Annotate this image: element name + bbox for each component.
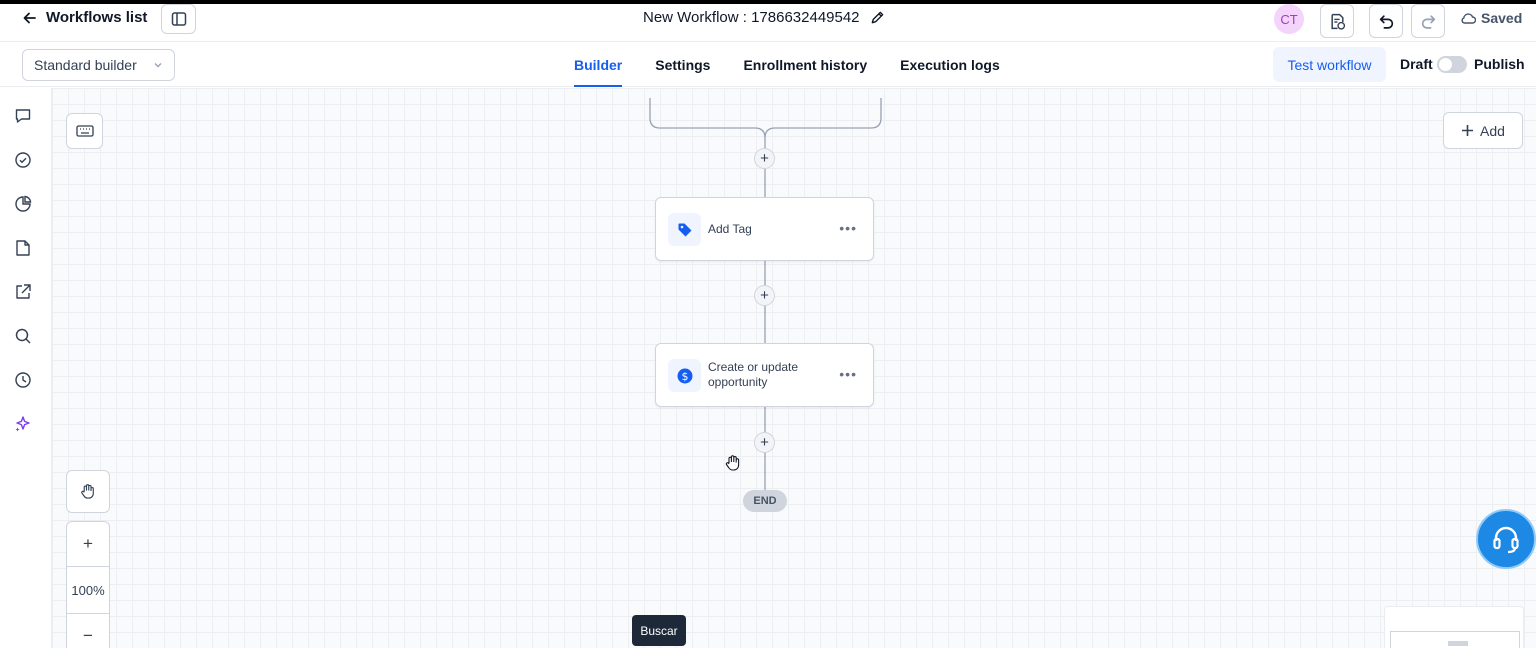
redo-button[interactable] <box>1411 4 1445 38</box>
chevron-down-icon <box>154 63 162 68</box>
zoom-in-button[interactable]: + <box>67 522 109 566</box>
tab-settings[interactable]: Settings <box>655 42 710 87</box>
builder-mode-select[interactable]: Standard builder <box>22 49 175 81</box>
dollar-icon: $ <box>668 359 701 392</box>
redo-icon <box>1421 14 1435 29</box>
add-step-button[interactable]: + <box>754 285 775 306</box>
tab-execution-logs[interactable]: Execution logs <box>900 42 1000 87</box>
tab-enrollment-history[interactable]: Enrollment history <box>743 42 867 87</box>
add-step-button[interactable]: + <box>754 432 775 453</box>
check-circle-icon[interactable] <box>12 149 34 171</box>
pie-chart-icon[interactable] <box>12 193 34 215</box>
version-history-button[interactable] <box>1320 4 1354 38</box>
left-sidebar <box>0 88 52 648</box>
arrow-left-icon <box>23 12 36 23</box>
document-clock-icon <box>1330 13 1345 30</box>
chat-icon[interactable] <box>12 105 34 127</box>
builder-mode-value: Standard builder <box>34 57 137 73</box>
workflow-name: New Workflow : 1786632449542 <box>643 9 860 26</box>
zoom-out-button[interactable]: − <box>67 614 109 648</box>
add-button[interactable]: Add <box>1443 112 1523 149</box>
tab-builder[interactable]: Builder <box>574 42 623 87</box>
minimap-viewport <box>1390 631 1520 648</box>
workflow-node-create-opportunity[interactable]: $ Create or update opportunity ••• <box>655 343 874 407</box>
svg-text:$: $ <box>681 369 688 382</box>
save-status: Saved <box>1460 10 1522 26</box>
support-chat-button[interactable] <box>1476 509 1536 569</box>
history-icon[interactable] <box>12 369 34 391</box>
top-header: Workflows list New Workflow : 1786632449… <box>0 4 1536 42</box>
panel-toggle-button[interactable] <box>161 4 196 34</box>
back-to-workflows-link[interactable]: Workflows list <box>22 9 147 26</box>
builder-toolbar: Standard builder Builder Settings Enroll… <box>0 42 1536 87</box>
end-marker: END <box>743 490 787 512</box>
minimap-node <box>1448 641 1468 646</box>
sparkle-icon[interactable] <box>12 413 34 435</box>
more-options-icon[interactable]: ••• <box>839 366 857 382</box>
document-icon[interactable] <box>12 237 34 259</box>
toggle-knob <box>1439 58 1452 71</box>
keyboard-icon <box>75 125 94 137</box>
add-step-button[interactable]: + <box>754 148 775 169</box>
zoom-controls: + 100% − <box>66 521 110 648</box>
hand-cursor-icon <box>725 455 740 471</box>
undo-icon <box>1379 14 1393 29</box>
add-label: Add <box>1480 122 1505 139</box>
tab-bar: Builder Settings Enrollment history Exec… <box>574 42 1000 87</box>
publish-toggle[interactable] <box>1437 56 1467 73</box>
tag-icon <box>668 213 701 246</box>
search-tooltip: Buscar <box>632 615 686 646</box>
publish-label: Publish <box>1474 56 1525 72</box>
plus-icon <box>1462 125 1474 136</box>
more-options-icon[interactable]: ••• <box>839 220 857 236</box>
workflow-node-add-tag[interactable]: Add Tag ••• <box>655 197 874 261</box>
pan-tool-button[interactable] <box>66 470 110 513</box>
sidebar-panel-icon <box>171 12 186 26</box>
zoom-level: 100% <box>67 566 109 614</box>
node-label: Create or update opportunity <box>708 360 799 389</box>
draft-label: Draft <box>1400 56 1433 72</box>
canvas-minimap[interactable] <box>1384 606 1524 648</box>
saved-label: Saved <box>1481 10 1523 26</box>
undo-button[interactable] <box>1369 4 1403 38</box>
keyboard-shortcuts-button[interactable] <box>66 113 103 149</box>
workflow-canvas[interactable]: Add + Add Tag ••• + $ Create or update o… <box>52 88 1536 648</box>
node-label: Add Tag <box>708 222 752 236</box>
external-link-icon[interactable] <box>12 281 34 303</box>
workflow-title: New Workflow : 1786632449542 <box>643 9 885 26</box>
user-avatar[interactable]: CT <box>1274 4 1304 34</box>
headset-icon <box>1493 526 1519 554</box>
cloud-check-icon <box>1461 13 1476 24</box>
hand-icon <box>81 484 94 499</box>
search-icon[interactable] <box>12 325 34 347</box>
back-label: Workflows list <box>46 9 148 26</box>
pencil-icon[interactable] <box>870 10 885 25</box>
test-workflow-button[interactable]: Test workflow <box>1273 47 1386 82</box>
